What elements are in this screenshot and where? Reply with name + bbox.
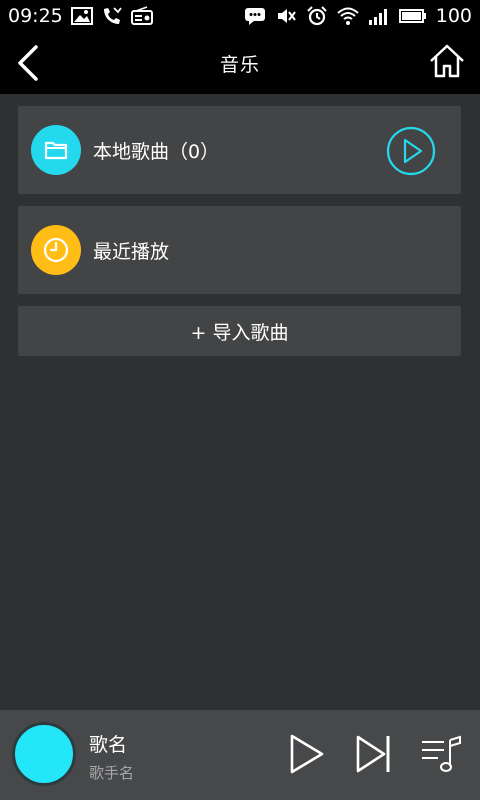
next-button[interactable] bbox=[352, 732, 396, 776]
radio-icon bbox=[130, 6, 153, 26]
top-bar: 音乐 bbox=[0, 32, 480, 94]
home-button[interactable] bbox=[428, 42, 466, 80]
mute-icon bbox=[275, 6, 297, 26]
image-icon bbox=[70, 6, 93, 26]
recent-played-item[interactable]: 最近播放 bbox=[18, 206, 461, 294]
play-circle-icon bbox=[386, 126, 436, 176]
play-all-button[interactable] bbox=[386, 126, 436, 176]
artist-name: 歌手名 bbox=[89, 764, 135, 782]
clock-icon bbox=[31, 225, 81, 275]
status-time: 09:25 bbox=[8, 5, 63, 27]
song-name: 歌名 bbox=[89, 734, 128, 756]
signal-icon bbox=[368, 6, 390, 26]
missed-call-icon bbox=[101, 6, 123, 26]
local-songs-label: 本地歌曲（0） bbox=[93, 140, 220, 163]
play-icon bbox=[290, 734, 324, 774]
battery-level: 100 bbox=[435, 5, 472, 27]
import-songs-label: + 导入歌曲 bbox=[190, 321, 289, 344]
status-bar: 09:25 100 bbox=[0, 0, 480, 32]
local-songs-item[interactable]: 本地歌曲（0） bbox=[18, 106, 461, 194]
mini-player: 歌名 歌手名 bbox=[0, 710, 480, 800]
home-icon bbox=[430, 44, 464, 78]
folder-icon bbox=[31, 125, 81, 175]
skip-next-icon bbox=[356, 735, 390, 773]
play-button[interactable] bbox=[284, 732, 328, 776]
import-songs-button[interactable]: + 导入歌曲 bbox=[18, 306, 461, 356]
recent-played-label: 最近播放 bbox=[93, 240, 170, 263]
playlist-button[interactable] bbox=[420, 732, 464, 776]
alarm-icon bbox=[306, 6, 328, 26]
message-icon bbox=[244, 6, 266, 26]
wifi-icon bbox=[337, 6, 359, 26]
battery-icon bbox=[398, 6, 427, 26]
chevron-left-icon bbox=[18, 45, 38, 81]
back-button[interactable] bbox=[14, 44, 44, 82]
album-art[interactable] bbox=[12, 722, 76, 786]
playlist-icon bbox=[422, 735, 461, 772]
page-title: 音乐 bbox=[219, 53, 260, 76]
